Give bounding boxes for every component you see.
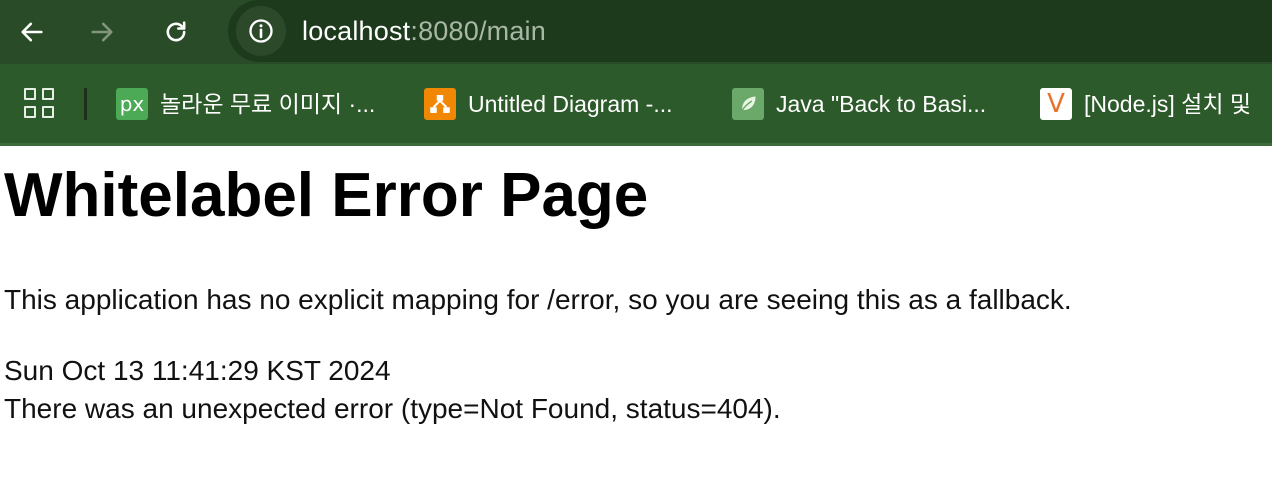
url-host: localhost [302,16,411,46]
arrow-left-icon [21,22,43,42]
reload-icon [166,21,186,42]
bookmark-label: Java "Back to Basi... [776,91,987,117]
forward-button[interactable] [80,10,124,54]
fallback-message: This application has no explicit mapping… [4,284,1072,315]
page-title: Whitelabel Error Page [4,161,649,230]
drawio-icon [424,88,456,120]
bookmarks-separator [84,88,87,120]
reload-button[interactable] [154,10,198,54]
error-details: There was an unexpected error (type=Not … [4,393,781,424]
url-path: :8080/main [410,16,546,46]
bookmark-item[interactable]: Untitled Diagram -... [424,86,673,122]
site-info-button[interactable] [236,6,286,56]
pixabay-icon: px [116,88,148,120]
apps-icon[interactable] [24,88,56,120]
bookmark-label: 놀라운 무료 이미지 ·... [160,91,376,117]
url-text[interactable]: localhost:8080/main [302,14,546,48]
browser-toolbar: localhost:8080/main [0,0,1272,64]
back-button[interactable] [10,10,54,54]
bookmarks-bar: px 놀라운 무료 이미지 ·... Untitled Diagram -... [0,64,1272,144]
bookmark-item[interactable]: V [Node.js] 설치 및 [1040,86,1251,122]
info-icon [249,19,273,43]
bookmark-item[interactable]: px 놀라운 무료 이미지 ·... [116,86,375,122]
bookmark-label: [Node.js] 설치 및 [1084,91,1252,117]
error-timestamp: Sun Oct 13 11:41:29 KST 2024 [4,355,391,386]
bookmark-item[interactable]: Java "Back to Basi... [732,86,986,122]
bookmark-label: Untitled Diagram -... [468,91,673,117]
arrow-right-icon [91,22,113,42]
leaf-icon [732,88,764,120]
velog-icon: V [1040,88,1072,120]
page-content: Whitelabel Error Page This application h… [0,146,1272,482]
browser-chrome: localhost:8080/main px 놀라운 무료 이미지 ·... U… [0,0,1272,146]
